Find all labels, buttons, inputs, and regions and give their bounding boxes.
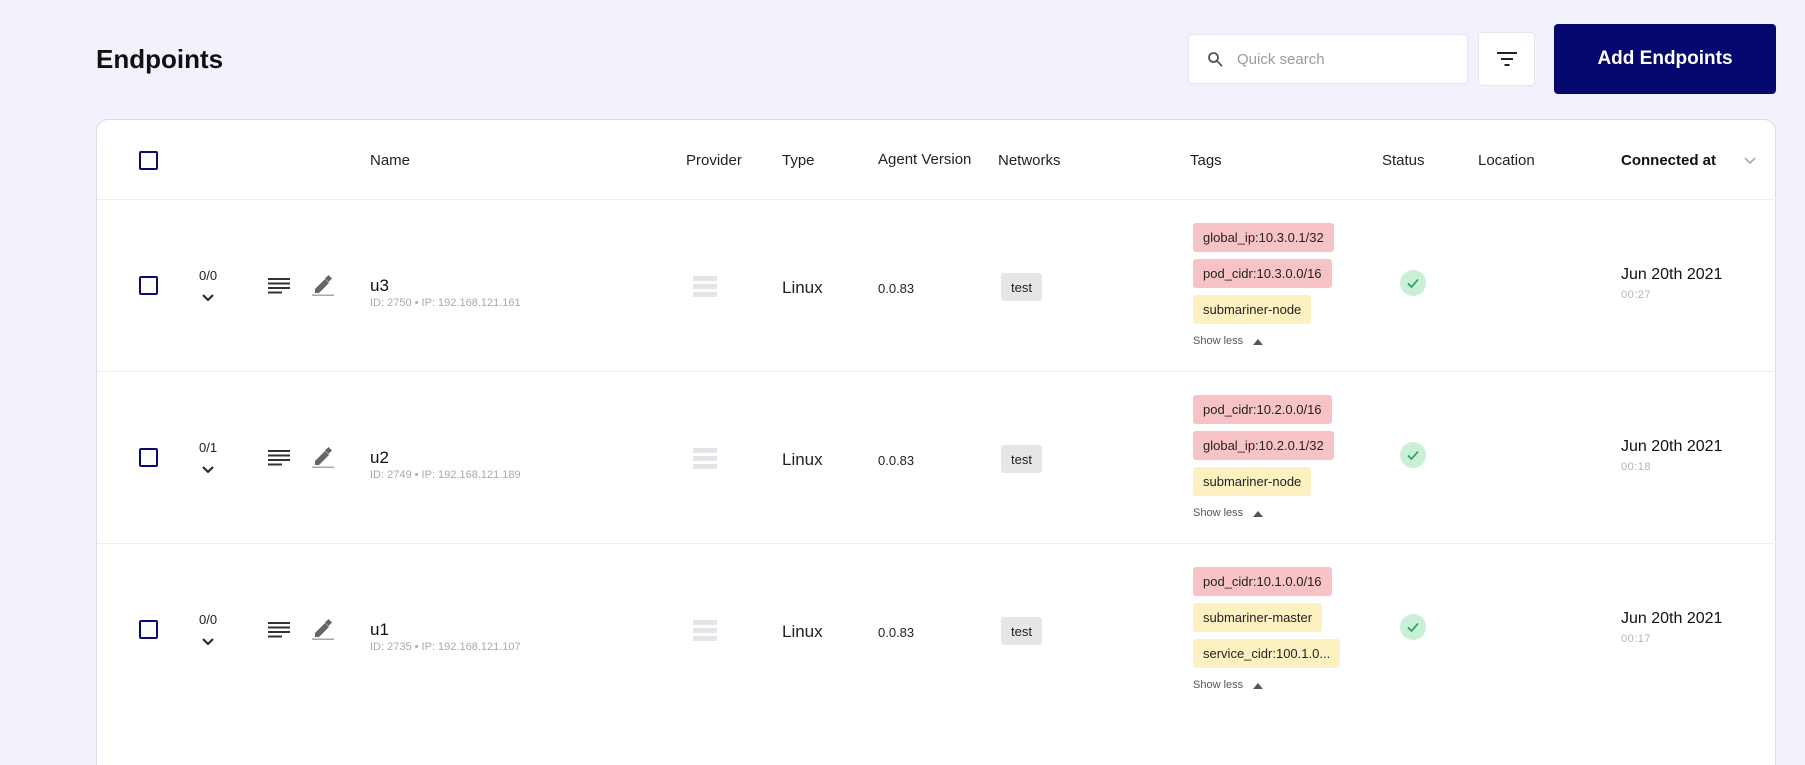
row-checkbox[interactable] xyxy=(139,620,158,639)
endpoints-table: Name Provider Type Agent Version Network… xyxy=(96,119,1777,765)
connected-date: Jun 20th 2021 xyxy=(1621,610,1723,627)
column-header-networks[interactable]: Networks xyxy=(998,152,1061,169)
table-row[interactable]: 0/1 u2 ID: 2749 • IP: 192.168.121.189 Li… xyxy=(97,371,1777,543)
alert-count: 0/0 xyxy=(199,268,218,283)
caret-up-icon xyxy=(1253,510,1264,517)
tag-chip[interactable]: service_cidr:100.1.0... xyxy=(1193,639,1341,668)
show-less-toggle[interactable]: Show less xyxy=(1193,335,1264,347)
network-badge[interactable]: test xyxy=(1001,617,1042,645)
connected-time: 00:27 xyxy=(1621,289,1652,301)
endpoint-name[interactable]: u2 xyxy=(370,448,389,468)
agent-version: 0.0.83 xyxy=(878,453,915,468)
endpoint-id-ip: ID: 2750 • IP: 192.168.121.161 xyxy=(370,297,521,309)
tag-chip[interactable]: pod_cidr:10.1.0.0/16 xyxy=(1193,567,1332,596)
connected-time: 00:18 xyxy=(1621,461,1652,473)
provider-generic-icon xyxy=(693,276,717,297)
column-header-provider[interactable]: Provider xyxy=(686,152,742,169)
column-header-type[interactable]: Type xyxy=(782,152,815,169)
show-less-label: Show less xyxy=(1193,679,1244,691)
expand-chevron-down-icon[interactable] xyxy=(201,293,215,303)
status-connected-check-icon xyxy=(1400,442,1426,468)
network-badge[interactable]: test xyxy=(1001,445,1042,473)
details-list-icon[interactable] xyxy=(268,278,290,294)
alert-count: 0/1 xyxy=(199,440,218,455)
column-header-location[interactable]: Location xyxy=(1478,152,1535,169)
provider-generic-icon xyxy=(693,448,717,469)
tag-chip[interactable]: submariner-master xyxy=(1193,603,1323,632)
details-list-icon[interactable] xyxy=(268,622,290,638)
provider-generic-icon xyxy=(693,620,717,641)
tag-chip[interactable]: global_ip:10.2.0.1/32 xyxy=(1193,431,1334,460)
search-box[interactable] xyxy=(1188,34,1468,84)
edit-pencil-icon[interactable] xyxy=(312,446,334,468)
show-less-label: Show less xyxy=(1193,335,1244,347)
show-less-toggle[interactable]: Show less xyxy=(1193,679,1264,691)
expand-chevron-down-icon[interactable] xyxy=(201,465,215,475)
caret-up-icon xyxy=(1253,682,1264,689)
filter-button[interactable] xyxy=(1478,32,1535,86)
endpoint-name[interactable]: u3 xyxy=(370,276,389,296)
search-icon xyxy=(1208,52,1223,67)
endpoint-id-ip: ID: 2749 • IP: 192.168.121.189 xyxy=(370,469,521,481)
show-less-label: Show less xyxy=(1193,507,1244,519)
table-row[interactable]: 0/0 u1 ID: 2735 • IP: 192.168.121.107 Li… xyxy=(97,543,1777,715)
endpoint-type: Linux xyxy=(782,450,823,469)
column-header-connected-at[interactable]: Connected at xyxy=(1621,152,1716,169)
status-connected-check-icon xyxy=(1400,270,1426,296)
filter-icon xyxy=(1496,52,1517,66)
table-row[interactable]: 0/0 u3 ID: 2750 • IP: 192.168.121.161 Li… xyxy=(97,199,1777,371)
sort-chevron-down-icon[interactable] xyxy=(1743,156,1757,166)
connected-date: Jun 20th 2021 xyxy=(1621,438,1723,455)
tag-chip[interactable]: submariner-node xyxy=(1193,467,1312,496)
details-list-icon[interactable] xyxy=(268,450,290,466)
row-checkbox[interactable] xyxy=(139,448,158,467)
tag-chip[interactable]: pod_cidr:10.3.0.0/16 xyxy=(1193,259,1332,288)
caret-up-icon xyxy=(1253,338,1264,345)
status-connected-check-icon xyxy=(1400,614,1426,640)
endpoint-type: Linux xyxy=(782,622,823,641)
edit-pencil-icon[interactable] xyxy=(312,618,334,640)
connected-time: 00:17 xyxy=(1621,633,1652,645)
endpoint-type: Linux xyxy=(782,278,823,297)
alert-count: 0/0 xyxy=(199,612,218,627)
endpoint-id-ip: ID: 2735 • IP: 192.168.121.107 xyxy=(370,641,521,653)
agent-version: 0.0.83 xyxy=(878,625,915,640)
search-input[interactable] xyxy=(1237,50,1437,68)
connected-date: Jun 20th 2021 xyxy=(1621,266,1723,283)
column-header-name[interactable]: Name xyxy=(370,152,410,169)
edit-pencil-icon[interactable] xyxy=(312,274,334,296)
column-header-status[interactable]: Status xyxy=(1382,152,1425,169)
column-header-tags[interactable]: Tags xyxy=(1190,152,1222,169)
page-title: Endpoints xyxy=(96,44,224,74)
column-header-agent-version[interactable]: Agent Version xyxy=(878,151,971,168)
network-badge[interactable]: test xyxy=(1001,273,1042,301)
select-all-checkbox[interactable] xyxy=(139,151,158,170)
agent-version: 0.0.83 xyxy=(878,281,915,296)
row-checkbox[interactable] xyxy=(139,276,158,295)
show-less-toggle[interactable]: Show less xyxy=(1193,507,1264,519)
tag-chip[interactable]: submariner-node xyxy=(1193,295,1312,324)
add-endpoints-button[interactable]: Add Endpoints xyxy=(1554,24,1776,94)
tag-chip[interactable]: pod_cidr:10.2.0.0/16 xyxy=(1193,395,1332,424)
expand-chevron-down-icon[interactable] xyxy=(201,637,215,647)
tag-chip[interactable]: global_ip:10.3.0.1/32 xyxy=(1193,223,1334,252)
endpoint-name[interactable]: u1 xyxy=(370,620,389,640)
